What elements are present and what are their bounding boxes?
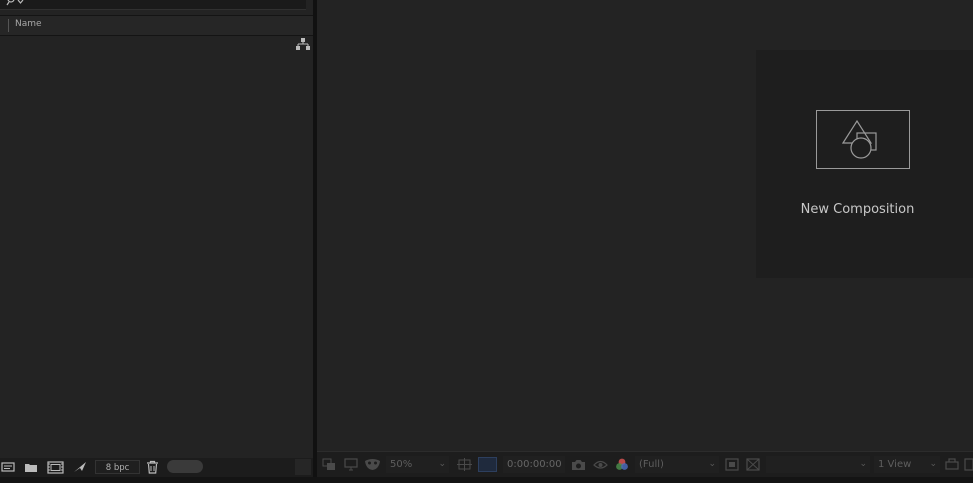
- resolution-value: (Full): [639, 459, 664, 470]
- toggle-pixel-aspect-icon[interactable]: [945, 458, 959, 471]
- magnification-dropdown[interactable]: 50% ⌄: [386, 456, 449, 473]
- new-composition-icon[interactable]: [47, 460, 64, 474]
- new-composition-shapes-icon: [816, 110, 910, 169]
- view-layout-dropdown[interactable]: 1 View ⌄: [874, 456, 940, 473]
- interpret-footage-icon[interactable]: [1, 460, 15, 474]
- new-folder-icon[interactable]: [24, 460, 38, 474]
- region-of-interest-icon[interactable]: [725, 458, 739, 471]
- bottom-border: [0, 477, 973, 483]
- show-snapshot-icon[interactable]: [593, 458, 608, 471]
- camera-snapshot-icon[interactable]: [571, 458, 586, 471]
- grid-guides-icon[interactable]: [457, 458, 472, 471]
- channel-rgb-icon[interactable]: [615, 458, 629, 471]
- transparency-grid-button[interactable]: [478, 457, 497, 472]
- trash-icon[interactable]: [146, 460, 159, 474]
- bit-depth-button[interactable]: 8 bpc: [95, 460, 140, 474]
- monitor-icon[interactable]: [344, 458, 358, 471]
- resolution-dropdown[interactable]: (Full) ⌄: [635, 456, 719, 473]
- project-toolbar: 8 bpc: [0, 458, 313, 477]
- column-divider[interactable]: [8, 19, 9, 32]
- search-icon[interactable]: [6, 0, 24, 7]
- chevron-down-icon: ⌄: [859, 459, 867, 469]
- magnification-value: 50%: [390, 459, 413, 470]
- camera-view-dropdown[interactable]: ⌄: [766, 456, 870, 473]
- project-panel: Name 8 bpc: [0, 0, 313, 477]
- fast-previews-icon[interactable]: [964, 458, 973, 471]
- new-composition-card[interactable]: New Composition: [756, 50, 973, 278]
- view-layout-value: 1 View: [878, 459, 912, 470]
- always-preview-icon[interactable]: [322, 458, 336, 471]
- mask-visibility-icon[interactable]: [364, 458, 381, 471]
- new-composition-label: New Composition: [800, 202, 915, 217]
- thumbnail-size-slider[interactable]: [167, 460, 203, 473]
- composition-viewer: New Composition: [317, 0, 973, 451]
- chevron-down-icon: ⌄: [929, 459, 937, 469]
- chevron-down-icon: ⌄: [438, 459, 446, 469]
- viewer-toolbar: 50% ⌄ 0:00:00:00 (Full) ⌄ ⌄ 1 View ⌄: [317, 451, 973, 478]
- flowchart-icon[interactable]: [296, 38, 310, 51]
- project-column-header: Name: [0, 15, 313, 36]
- chevron-down-icon: ⌄: [708, 459, 716, 469]
- render-queue-icon[interactable]: [73, 460, 87, 474]
- project-search-field[interactable]: [0, 0, 306, 10]
- timecode-field[interactable]: 0:00:00:00: [503, 456, 565, 473]
- transparency-toggle-icon[interactable]: [746, 458, 760, 471]
- scroll-corner: [295, 459, 311, 475]
- name-column-label[interactable]: Name: [15, 19, 42, 29]
